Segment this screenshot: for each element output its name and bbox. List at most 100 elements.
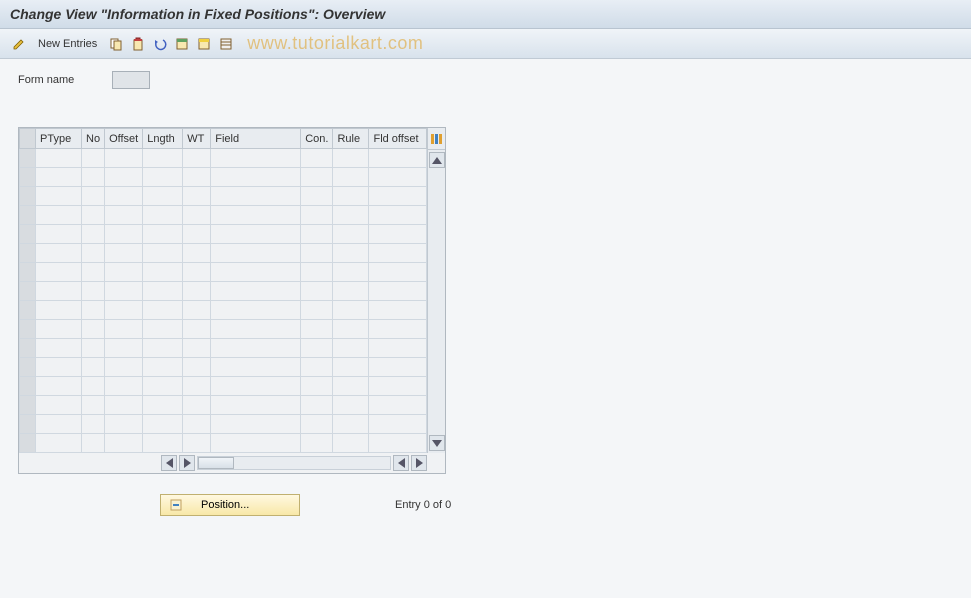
cell[interactable] xyxy=(82,320,105,339)
col-wt[interactable]: WT xyxy=(183,129,211,149)
cell[interactable] xyxy=(183,282,211,301)
cell[interactable] xyxy=(301,282,333,301)
cell[interactable] xyxy=(82,206,105,225)
cell[interactable] xyxy=(82,396,105,415)
position-button[interactable]: Position... xyxy=(160,494,300,516)
cell[interactable] xyxy=(183,320,211,339)
cell[interactable] xyxy=(211,396,301,415)
cell[interactable] xyxy=(36,263,82,282)
cell[interactable] xyxy=(301,358,333,377)
scroll-left-end-button[interactable] xyxy=(393,455,409,471)
cell[interactable] xyxy=(105,358,143,377)
cell[interactable] xyxy=(211,244,301,263)
undo-icon[interactable] xyxy=(151,35,169,53)
table-row[interactable] xyxy=(20,263,427,282)
cell[interactable] xyxy=(105,187,143,206)
cell[interactable] xyxy=(36,358,82,377)
cell[interactable] xyxy=(82,377,105,396)
cell[interactable] xyxy=(105,225,143,244)
col-offset[interactable]: Offset xyxy=(105,129,143,149)
cell[interactable] xyxy=(105,282,143,301)
table-row[interactable] xyxy=(20,168,427,187)
cell[interactable] xyxy=(301,263,333,282)
cell[interactable] xyxy=(82,244,105,263)
row-selector[interactable] xyxy=(20,282,36,301)
cell[interactable] xyxy=(301,377,333,396)
col-ptype[interactable]: PType xyxy=(36,129,82,149)
table-row[interactable] xyxy=(20,434,427,453)
cell[interactable] xyxy=(211,225,301,244)
cell[interactable] xyxy=(143,301,183,320)
cell[interactable] xyxy=(82,358,105,377)
cell[interactable] xyxy=(82,168,105,187)
cell[interactable] xyxy=(143,244,183,263)
cell[interactable] xyxy=(333,358,369,377)
cell[interactable] xyxy=(143,434,183,453)
cell[interactable] xyxy=(301,434,333,453)
cell[interactable] xyxy=(369,396,427,415)
select-all-icon[interactable] xyxy=(173,35,191,53)
cell[interactable] xyxy=(105,149,143,168)
cell[interactable] xyxy=(82,339,105,358)
row-selector[interactable] xyxy=(20,339,36,358)
cell[interactable] xyxy=(333,282,369,301)
table-row[interactable] xyxy=(20,301,427,320)
table-row[interactable] xyxy=(20,225,427,244)
cell[interactable] xyxy=(211,263,301,282)
cell[interactable] xyxy=(36,168,82,187)
cell[interactable] xyxy=(183,244,211,263)
cell[interactable] xyxy=(211,358,301,377)
cell[interactable] xyxy=(369,377,427,396)
scroll-right-end-button[interactable] xyxy=(411,455,427,471)
cell[interactable] xyxy=(211,320,301,339)
cell[interactable] xyxy=(143,377,183,396)
table-row[interactable] xyxy=(20,396,427,415)
cell[interactable] xyxy=(143,339,183,358)
cell[interactable] xyxy=(143,263,183,282)
cell[interactable] xyxy=(143,206,183,225)
row-selector[interactable] xyxy=(20,206,36,225)
cell[interactable] xyxy=(211,168,301,187)
row-selector[interactable] xyxy=(20,301,36,320)
cell[interactable] xyxy=(36,339,82,358)
table-row[interactable] xyxy=(20,320,427,339)
cell[interactable] xyxy=(105,244,143,263)
cell[interactable] xyxy=(82,263,105,282)
cell[interactable] xyxy=(143,149,183,168)
cell[interactable] xyxy=(183,263,211,282)
cell[interactable] xyxy=(143,415,183,434)
cell[interactable] xyxy=(36,396,82,415)
new-entries-button[interactable]: New Entries xyxy=(32,36,103,52)
cell[interactable] xyxy=(211,206,301,225)
col-rule[interactable]: Rule xyxy=(333,129,369,149)
cell[interactable] xyxy=(333,263,369,282)
column-config-button[interactable] xyxy=(428,128,445,150)
cell[interactable] xyxy=(143,396,183,415)
table-row[interactable] xyxy=(20,377,427,396)
col-con[interactable]: Con. xyxy=(301,129,333,149)
edit-icon[interactable] xyxy=(10,35,28,53)
cell[interactable] xyxy=(211,415,301,434)
table-row[interactable] xyxy=(20,244,427,263)
cell[interactable] xyxy=(301,301,333,320)
cell[interactable] xyxy=(183,396,211,415)
cell[interactable] xyxy=(143,320,183,339)
cell[interactable] xyxy=(183,434,211,453)
hscroll-thumb[interactable] xyxy=(198,457,234,469)
form-name-input[interactable] xyxy=(112,71,150,89)
cell[interactable] xyxy=(82,225,105,244)
select-block-icon[interactable] xyxy=(195,35,213,53)
row-selector[interactable] xyxy=(20,168,36,187)
cell[interactable] xyxy=(301,396,333,415)
cell[interactable] xyxy=(143,168,183,187)
row-selector[interactable] xyxy=(20,244,36,263)
cell[interactable] xyxy=(333,225,369,244)
row-selector[interactable] xyxy=(20,358,36,377)
cell[interactable] xyxy=(105,339,143,358)
cell[interactable] xyxy=(211,149,301,168)
cell[interactable] xyxy=(36,282,82,301)
cell[interactable] xyxy=(82,187,105,206)
cell[interactable] xyxy=(36,149,82,168)
row-selector[interactable] xyxy=(20,187,36,206)
cell[interactable] xyxy=(369,187,427,206)
